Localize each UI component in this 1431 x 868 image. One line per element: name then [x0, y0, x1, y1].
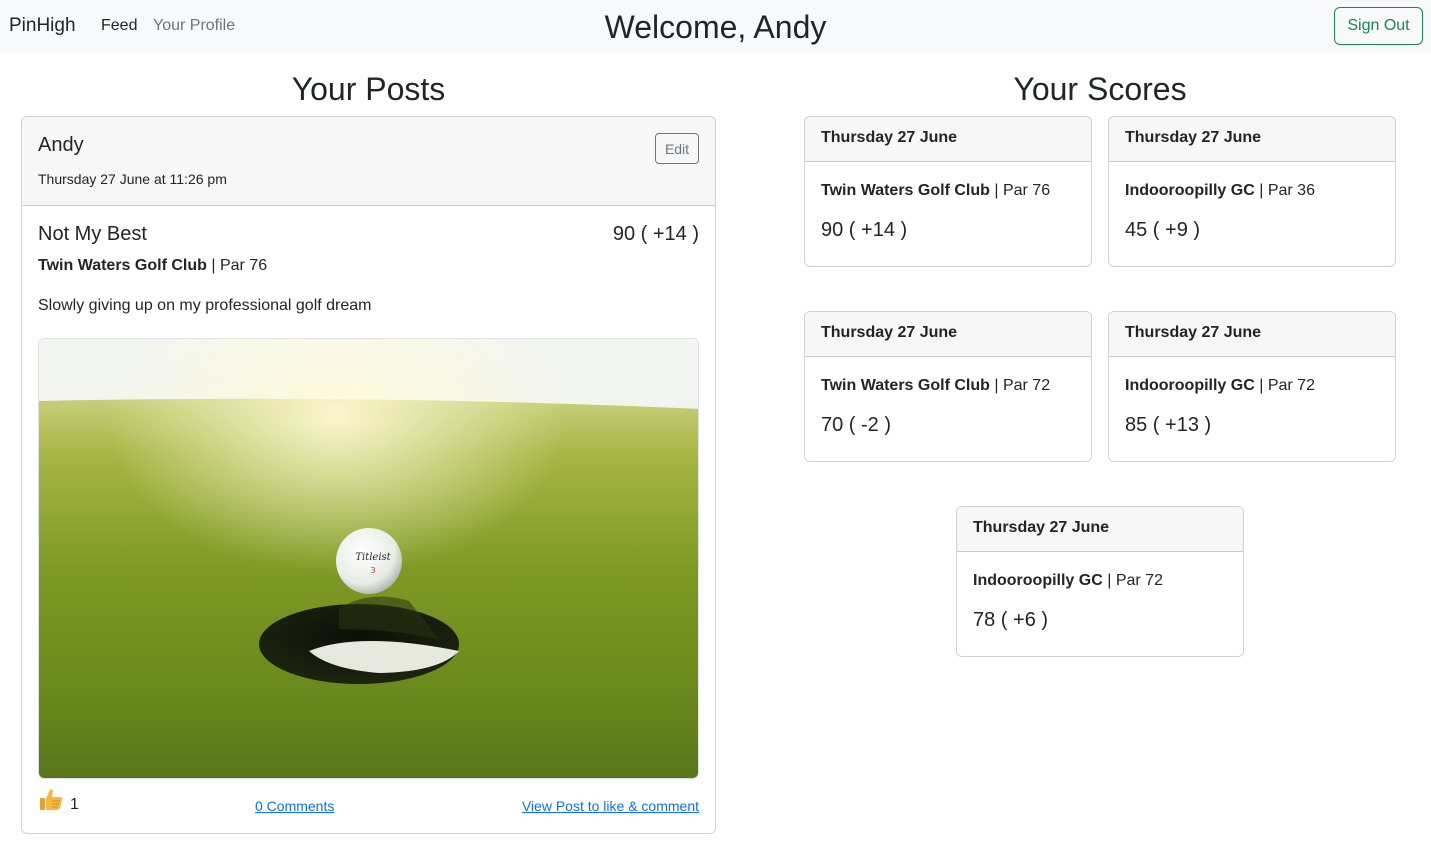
score-course-par: | Par 72	[1107, 572, 1163, 589]
nav-feed-link[interactable]: Feed	[101, 17, 137, 35]
post-course: Twin Waters Golf Club | Par 76	[38, 257, 267, 275]
post-course-par: | Par 76	[211, 257, 268, 274]
score-value: 45 ( +9 )	[1125, 219, 1201, 241]
navbar: PinHigh Feed Your Profile Welcome, Andy …	[0, 0, 1431, 53]
score-value: 78 ( +6 )	[973, 609, 1049, 631]
post-image: Titleist 3	[38, 338, 699, 779]
score-card-header: Thursday 27 June	[1109, 312, 1395, 357]
score-course-name: Indooroopilly GC	[1125, 377, 1255, 394]
svg-text:3: 3	[370, 566, 375, 575]
score-card: Thursday 27 June Indooroopilly GC | Par …	[956, 506, 1244, 657]
score-date: Thursday 27 June	[1125, 129, 1262, 146]
like-count: 1	[70, 796, 79, 813]
score-date: Thursday 27 June	[973, 519, 1110, 536]
edit-post-button[interactable]: Edit	[655, 133, 699, 164]
score-card: Thursday 27 June Twin Waters Golf Club |…	[804, 116, 1092, 267]
score-course-name: Twin Waters Golf Club	[821, 182, 990, 199]
score-course-par: | Par 76	[994, 182, 1051, 199]
post-date: Thursday 27 June at 11:26 pm	[38, 171, 227, 187]
score-course: Indooroopilly GC | Par 72	[1125, 377, 1315, 395]
score-card: Thursday 27 June Twin Waters Golf Club |…	[804, 311, 1092, 462]
score-card: Thursday 27 June Indooroopilly GC | Par …	[1108, 116, 1396, 267]
post-header: Andy Thursday 27 June at 11:26 pm Edit	[22, 117, 715, 206]
svg-text:Titleist: Titleist	[355, 552, 391, 563]
brand-link[interactable]: PinHigh	[9, 15, 76, 37]
score-course-par: | Par 72	[1259, 377, 1315, 394]
score-card-header: Thursday 27 June	[805, 117, 1091, 162]
score-course: Twin Waters Golf Club | Par 72	[821, 377, 1050, 395]
score-value: 90 ( +14 )	[821, 219, 908, 241]
score-card-header: Thursday 27 June	[1109, 117, 1395, 162]
view-post-link[interactable]: View Post to like & comment	[522, 798, 699, 814]
score-course-name: Twin Waters Golf Club	[821, 377, 990, 394]
comments-link[interactable]: 0 Comments	[255, 798, 334, 814]
score-course: Indooroopilly GC | Par 72	[973, 572, 1163, 590]
scores-section-title: Your Scores	[1013, 71, 1187, 107]
nav-profile-link[interactable]: Your Profile	[153, 17, 235, 35]
score-course-par: | Par 36	[1259, 182, 1315, 199]
score-card-header: Thursday 27 June	[805, 312, 1091, 357]
score-course-name: Indooroopilly GC	[973, 572, 1103, 589]
score-date: Thursday 27 June	[1125, 324, 1262, 341]
score-date: Thursday 27 June	[821, 324, 958, 341]
post-course-name: Twin Waters Golf Club	[38, 257, 207, 274]
posts-section-title: Your Posts	[291, 71, 446, 107]
score-card: Thursday 27 June Indooroopilly GC | Par …	[1108, 311, 1396, 462]
score-value: 70 ( -2 )	[821, 414, 892, 436]
thumbs-up-icon[interactable]	[38, 787, 64, 813]
post-title: Not My Best	[38, 223, 147, 245]
post-body-text: Slowly giving up on my professional golf…	[38, 297, 372, 314]
score-value: 85 ( +13 )	[1125, 414, 1212, 436]
sign-out-button[interactable]: Sign Out	[1334, 7, 1423, 45]
post-score: 90 ( +14 )	[612, 223, 699, 245]
score-course: Twin Waters Golf Club | Par 76	[821, 182, 1050, 200]
post-card: Andy Thursday 27 June at 11:26 pm Edit N…	[21, 116, 716, 834]
score-card-header: Thursday 27 June	[957, 507, 1243, 552]
score-course: Indooroopilly GC | Par 36	[1125, 182, 1315, 200]
score-course-name: Indooroopilly GC	[1125, 182, 1255, 199]
score-date: Thursday 27 June	[821, 129, 958, 146]
score-course-par: | Par 72	[994, 377, 1051, 394]
golf-ball-photo: Titleist 3	[39, 339, 698, 778]
post-author: Andy	[38, 134, 84, 156]
